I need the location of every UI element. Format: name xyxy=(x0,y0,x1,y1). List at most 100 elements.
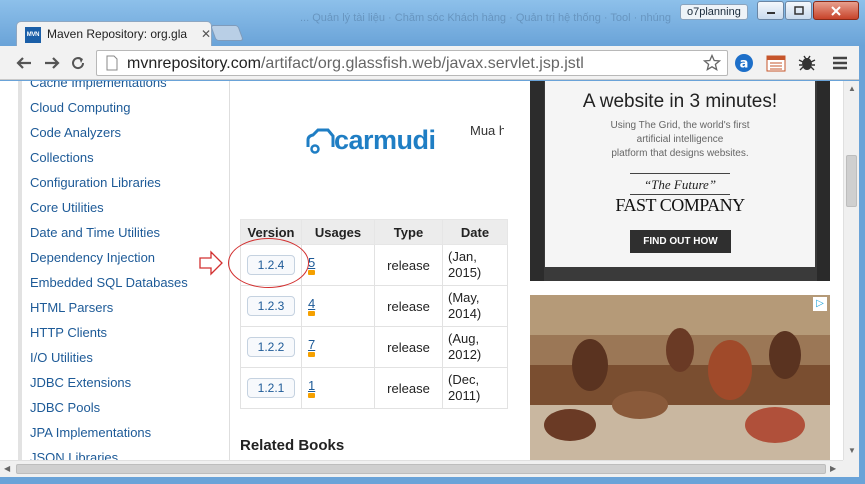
table-row: 1.2.2 7 release (Aug, 2012) xyxy=(240,326,508,368)
date-cell: (Jan, 2015) xyxy=(442,244,508,286)
ad-painting-image xyxy=(530,295,830,460)
page-viewport: Cache Implementations Cloud Computing Co… xyxy=(0,81,843,460)
date-month: (Jan, xyxy=(448,249,477,264)
type-cell: release xyxy=(374,285,443,327)
vertical-scroll-thumb[interactable] xyxy=(846,155,857,207)
usages-link[interactable]: 1 xyxy=(308,379,374,392)
sidebar-item-core-utilities[interactable]: Core Utilities xyxy=(30,200,104,215)
usages-link[interactable]: 5 xyxy=(308,256,374,269)
sidebar-item-http-clients[interactable]: HTTP Clients xyxy=(30,325,107,340)
scroll-down-icon[interactable]: ▼ xyxy=(848,447,856,455)
tab-close-icon[interactable]: ✕ xyxy=(201,28,211,40)
url-text: mvnrepository.com/artifact/org.glassfish… xyxy=(127,55,584,73)
carmudi-logo-text[interactable]: carmudi xyxy=(334,125,436,156)
url-host: mvnrepository.com xyxy=(127,55,261,72)
tab-title: Maven Repository: org.gla xyxy=(47,27,188,41)
ad-quote: “The Future” xyxy=(643,177,717,192)
back-arrow-icon xyxy=(16,57,31,69)
scroll-up-icon[interactable]: ▲ xyxy=(848,85,856,93)
horizontal-scrollbar[interactable]: ◀ ▶ xyxy=(0,460,843,477)
sidebar-item-jpa-implementations[interactable]: JPA Implementations xyxy=(30,425,151,440)
profile-badge[interactable]: o7planning xyxy=(680,4,748,20)
date-year: 2014) xyxy=(448,306,482,321)
column-header-type: Type xyxy=(374,219,443,245)
sidebar-item-json-libraries[interactable]: JSON Libraries xyxy=(30,450,118,460)
date-year: 2015) xyxy=(448,265,482,280)
ad-subtext-line: Using The Grid, the world's first xyxy=(610,120,750,131)
scroll-right-icon[interactable]: ▶ xyxy=(830,465,836,473)
version-link-button[interactable]: 1.2.2 xyxy=(247,337,295,357)
ad-the-grid[interactable]: A website in 3 minutes! Using The Grid, … xyxy=(530,81,830,281)
sidebar-item-jdbc-extensions[interactable]: JDBC Extensions xyxy=(30,375,131,390)
sidebar-item-configuration-libraries[interactable]: Configuration Libraries xyxy=(30,175,161,190)
back-button[interactable] xyxy=(14,53,34,73)
ad-subtext: Using The Grid, the world's first artifi… xyxy=(545,119,815,161)
ad-image[interactable]: ▷ xyxy=(530,295,830,460)
scroll-left-icon[interactable]: ◀ xyxy=(4,465,10,473)
date-year: 2012) xyxy=(448,347,482,362)
adchoices-icon[interactable]: ▷ xyxy=(813,297,827,311)
table-row: 1.2.3 4 release (May, 2014) xyxy=(240,285,508,327)
minimize-button[interactable] xyxy=(757,1,784,20)
usages-link[interactable]: 4 xyxy=(308,297,374,310)
browser-tab[interactable]: MVN Maven Repository: org.gla ✕ xyxy=(16,21,212,46)
minimize-icon xyxy=(766,11,775,14)
page-icon xyxy=(106,55,118,71)
annotation-arrow-icon xyxy=(199,250,223,276)
usage-bar xyxy=(308,269,315,275)
date-cell: (Dec, 2011) xyxy=(442,367,508,409)
date-year: 2011) xyxy=(448,388,481,403)
related-books-heading: Related Books xyxy=(240,437,345,454)
usages-link[interactable]: 7 xyxy=(308,338,374,351)
title-bar: ... Quản lý tài liệu · Chăm sóc Khách hà… xyxy=(0,0,865,46)
extension-bug-button[interactable] xyxy=(796,52,818,74)
maximize-button[interactable] xyxy=(785,1,812,20)
sidebar-item-code-analyzers[interactable]: Code Analyzers xyxy=(30,125,121,140)
sidebar-item-embedded-sql-databases[interactable]: Embedded SQL Databases xyxy=(30,275,188,290)
bookmark-star-icon[interactable] xyxy=(703,54,721,72)
horizontal-scroll-thumb[interactable] xyxy=(16,464,826,474)
column-header-usages: Usages xyxy=(301,219,375,245)
carmudi-car-icon xyxy=(306,128,335,154)
version-link-button[interactable]: 1.2.3 xyxy=(247,296,295,316)
address-bar[interactable]: mvnrepository.com/artifact/org.glassfish… xyxy=(96,50,728,76)
url-path: /artifact/org.glassfish.web/javax.servle… xyxy=(260,55,584,72)
calendar-icon xyxy=(766,55,786,72)
extension-a-button[interactable]: a xyxy=(733,52,755,74)
table-row: 1.2.1 1 release (Dec, 2011) xyxy=(240,367,508,409)
sidebar-item-cache-implementations[interactable]: Cache Implementations xyxy=(30,81,167,90)
sidebar-item-html-parsers[interactable]: HTML Parsers xyxy=(30,300,113,315)
bug-icon xyxy=(798,55,816,71)
menu-button[interactable] xyxy=(829,52,851,74)
reload-icon xyxy=(72,57,85,70)
date-month: (Dec, xyxy=(448,372,480,387)
sidebar-item-collections[interactable]: Collections xyxy=(30,150,94,165)
ad-subtext-line: platform that designs websites. xyxy=(611,148,749,159)
sidebar-item-jdbc-pools[interactable]: JDBC Pools xyxy=(30,400,100,415)
hamburger-menu-icon xyxy=(833,56,847,70)
close-window-button[interactable] xyxy=(813,1,859,20)
browser-toolbar: mvnrepository.com/artifact/org.glassfish… xyxy=(0,46,865,80)
find-out-how-button[interactable]: FIND OUT HOW xyxy=(630,230,731,253)
sidebar-item-io-utilities[interactable]: I/O Utilities xyxy=(30,350,93,365)
ads-column: A website in 3 minutes! Using The Grid, … xyxy=(530,81,830,460)
usage-bar xyxy=(308,351,315,357)
ad-subtext-line: artificial intelligence xyxy=(636,134,724,145)
sidebar-item-cloud-computing[interactable]: Cloud Computing xyxy=(30,100,130,115)
ad-headline: A website in 3 minutes! xyxy=(582,91,778,112)
extension-a-icon: a xyxy=(735,54,753,72)
type-cell: release xyxy=(374,244,443,286)
sidebar-item-date-time-utilities[interactable]: Date and Time Utilities xyxy=(30,225,160,240)
banner-side-text: Mua hoặc xyxy=(470,123,504,138)
new-tab-button[interactable] xyxy=(210,25,244,41)
ad-card: A website in 3 minutes! Using The Grid, … xyxy=(545,81,815,267)
type-cell: release xyxy=(374,367,443,409)
version-link-button[interactable]: 1.2.1 xyxy=(247,378,295,398)
fast-company-logo: FAST COMPANY xyxy=(615,195,745,215)
forward-button[interactable] xyxy=(42,53,62,73)
reload-button[interactable] xyxy=(68,53,88,73)
vertical-scrollbar[interactable]: ▲ ▼ xyxy=(843,81,859,460)
column-header-date: Date xyxy=(442,219,508,245)
extension-calendar-button[interactable] xyxy=(765,52,787,74)
sidebar-item-dependency-injection[interactable]: Dependency Injection xyxy=(30,250,155,265)
